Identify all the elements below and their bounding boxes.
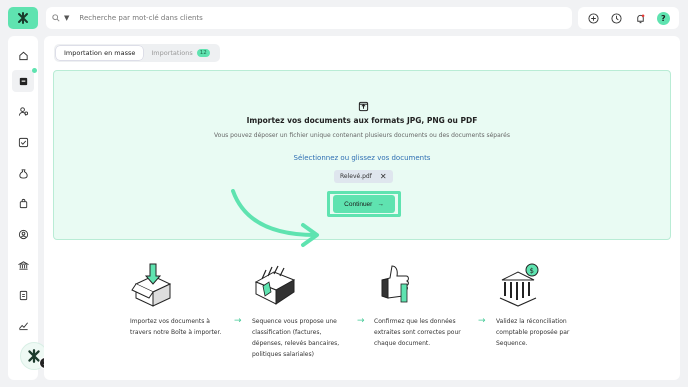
step-text: Importez vos documents à travers notre B…	[130, 318, 222, 336]
bank-icon	[17, 256, 29, 275]
close-icon[interactable]: ✕	[380, 172, 387, 181]
sidebar-item-documents[interactable]	[12, 284, 34, 306]
search-bar[interactable]: ▼ Recherche par mot-clé dans clients	[46, 7, 572, 29]
document-icon	[18, 286, 29, 305]
upload-dropzone[interactable]: Importez vos documents aux formats JPG, …	[53, 70, 671, 247]
bank-coin-icon: $	[499, 263, 539, 307]
tab-bulk-import[interactable]: Importation en masse	[56, 46, 144, 60]
main-panel: Importation en masse Importations 12 Impo…	[44, 36, 680, 380]
notification-dot	[32, 68, 37, 73]
step-text: Confirmez que les données extraites sont…	[374, 318, 461, 347]
sidebar-item-revenue[interactable]	[12, 162, 34, 184]
tab-label: Importation en masse	[64, 49, 136, 57]
bell-icon[interactable]	[633, 11, 647, 25]
classification-icon	[254, 265, 296, 305]
arrow-right-icon: →	[234, 316, 242, 326]
tab-label: Importations	[151, 49, 193, 57]
sidebar-item-tasks[interactable]	[12, 131, 34, 153]
hint-arrow-icon	[231, 189, 319, 247]
svg-text:$: $	[530, 267, 534, 275]
help-icon[interactable]: ?	[656, 11, 670, 25]
continue-button[interactable]: Continuer →	[333, 195, 395, 213]
sidebar	[8, 36, 38, 380]
search-input[interactable]: Recherche par mot-clé dans clients	[79, 14, 202, 22]
count-badge: 12	[196, 49, 210, 57]
sidebar-item-import[interactable]	[12, 70, 34, 92]
support-icon	[18, 225, 29, 244]
file-name: Relevé.pdf	[340, 173, 372, 180]
users-icon	[18, 102, 29, 121]
topbar-actions: ?	[578, 7, 679, 29]
sidebar-item-expenses[interactable]	[12, 192, 34, 214]
arrow-right-icon: →	[357, 316, 365, 326]
chart-line-icon	[18, 316, 29, 335]
checkbox-icon	[18, 133, 29, 152]
import-box-icon	[131, 263, 172, 307]
dropzone-title: Importez vos documents aux formats JPG, …	[246, 116, 478, 125]
chevron-down-icon[interactable]: ▼	[64, 14, 69, 22]
money-bag-icon	[18, 164, 29, 183]
step-text: Sequence vous propose une classification…	[252, 318, 340, 358]
home-icon	[18, 46, 29, 65]
sidebar-item-reports[interactable]	[12, 314, 34, 336]
sidebar-item-support[interactable]	[12, 223, 34, 245]
thumbs-up-icon	[381, 265, 409, 303]
history-icon[interactable]	[610, 11, 624, 25]
sidebar-item-home[interactable]	[12, 44, 34, 66]
arrow-right-icon: →	[478, 316, 486, 326]
select-files-link[interactable]: Sélectionnez ou glissez vos documents	[54, 154, 670, 162]
arrow-right-icon: →	[377, 200, 384, 208]
step-text: Validez la réconciliation comptable prop…	[496, 318, 570, 347]
inbox-icon	[18, 72, 29, 91]
app-logo[interactable]	[8, 7, 38, 29]
upload-icon	[358, 97, 369, 112]
sidebar-item-bank[interactable]	[12, 254, 34, 276]
dropzone-subtitle: Vous pouvez déposer un fichier unique co…	[214, 132, 510, 139]
sidebar-item-clients[interactable]	[12, 100, 34, 122]
file-chip: Relevé.pdf ✕	[334, 170, 393, 183]
tab-bar: Importation en masse Importations 12	[54, 44, 220, 62]
tab-imports[interactable]: Importations 12	[143, 46, 217, 60]
search-icon	[52, 14, 60, 22]
shopping-bag-icon	[18, 194, 29, 213]
add-circle-icon[interactable]	[587, 11, 601, 25]
continue-label: Continuer	[344, 200, 373, 208]
